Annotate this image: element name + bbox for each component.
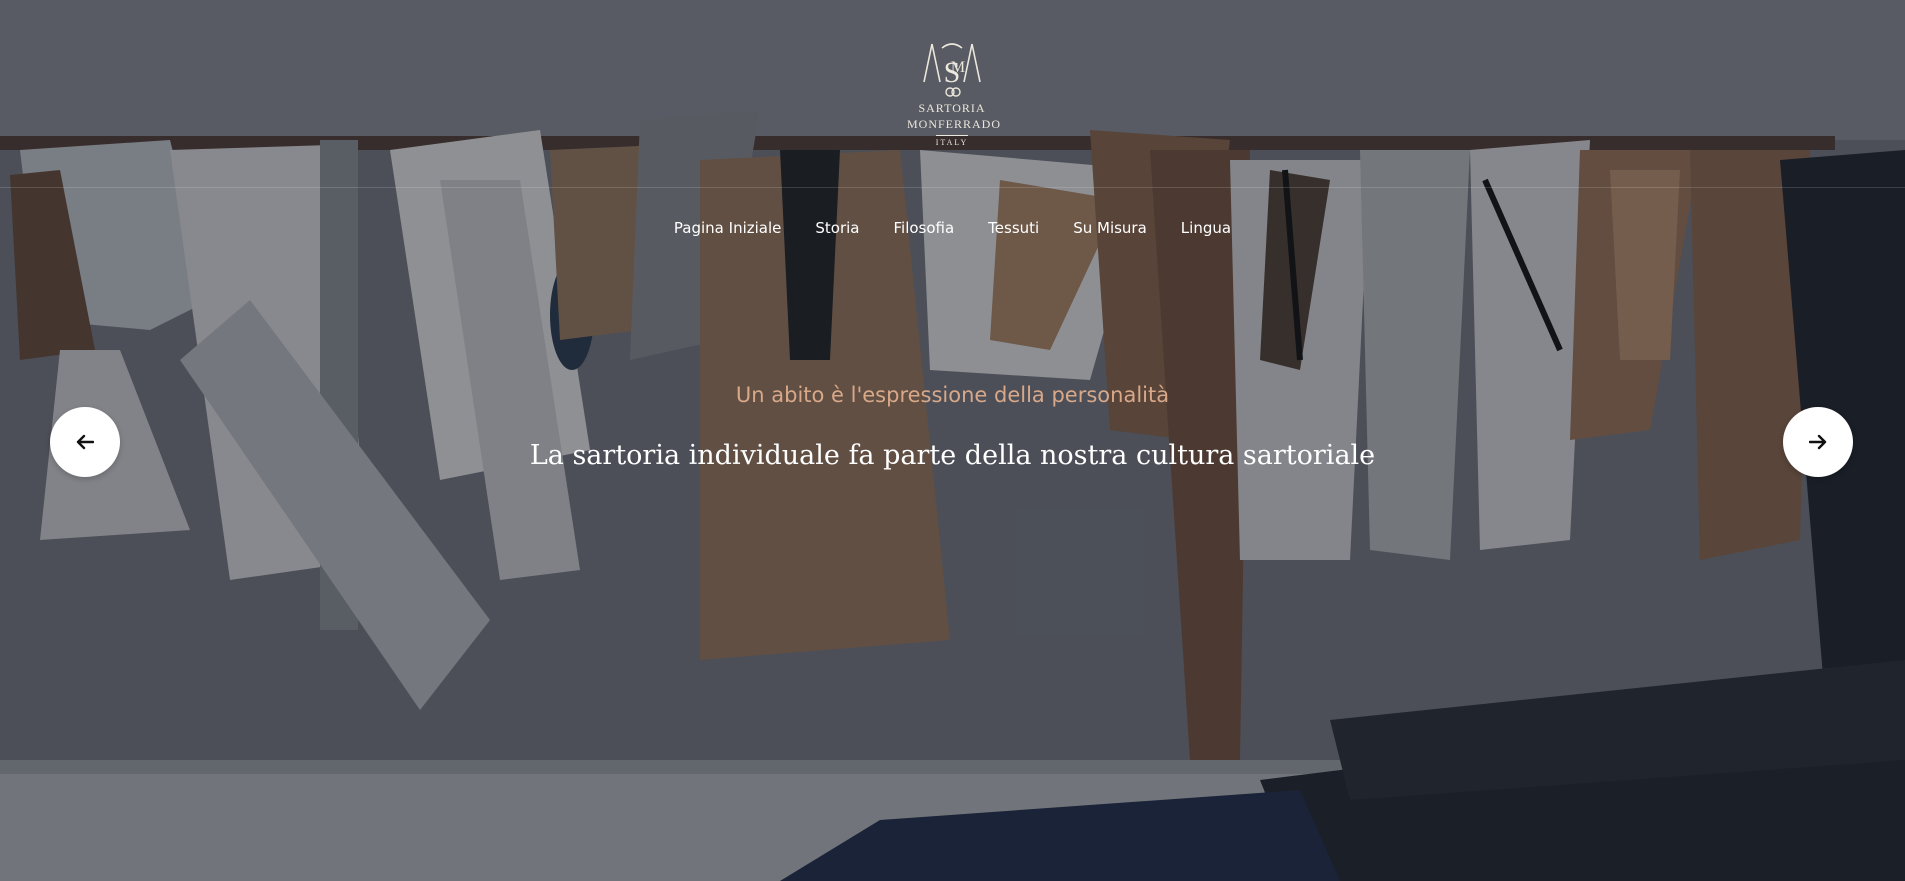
arrow-right-icon	[1809, 434, 1827, 450]
brand-country: Italy	[935, 135, 969, 149]
nav-item-filosofia[interactable]: Filosofia	[876, 218, 971, 238]
nav-item-tessuti[interactable]: Tessuti	[971, 218, 1056, 238]
brand-name-line2: Monferrado	[907, 117, 1002, 131]
nav-item-pagina-iniziale[interactable]: Pagina Iniziale	[657, 218, 798, 238]
nav-divider	[0, 187, 1905, 188]
prev-slide-button[interactable]	[50, 407, 120, 477]
nav-item-lingua[interactable]: Lingua	[1164, 218, 1248, 238]
hero-slider: S M Sartoria Monferrado Italy Pagina Ini…	[0, 0, 1905, 881]
next-slide-button[interactable]	[1783, 407, 1853, 477]
brand-name-line1: Sartoria	[918, 101, 986, 115]
svg-text:M: M	[951, 59, 965, 76]
site-logo[interactable]: S M Sartoria Monferrado Italy	[907, 38, 1002, 150]
hero-kicker: Un abito è l'espressione della personali…	[735, 383, 1170, 407]
main-nav: Pagina Iniziale Storia Filosofia Tessuti…	[0, 218, 1905, 238]
arrow-left-icon	[76, 434, 94, 450]
hero-headline: La sartoria individuale fa parte della n…	[529, 440, 1376, 471]
nav-item-su-misura[interactable]: Su Misura	[1056, 218, 1164, 238]
monogram-sm-scissors-icon: S M	[923, 43, 981, 97]
nav-item-storia[interactable]: Storia	[798, 218, 876, 238]
